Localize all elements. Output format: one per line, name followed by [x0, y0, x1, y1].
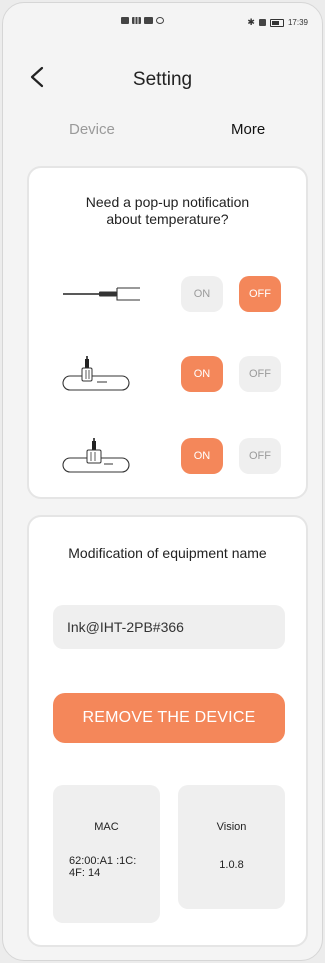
- vision-value: 1.0.8: [219, 859, 244, 871]
- tab-more[interactable]: More: [231, 121, 265, 138]
- wifi-icon: [144, 17, 153, 24]
- mac-value: 62:00:A1 :1C:4F: 14: [69, 855, 137, 879]
- probe-1-off-button[interactable]: OFF: [239, 276, 281, 312]
- status-left-icons: [121, 17, 164, 24]
- question-line-2: about temperature?: [106, 211, 229, 227]
- sim-icon: [121, 17, 129, 24]
- notification-question: Need a pop-up notification about tempera…: [29, 194, 306, 228]
- equipment-name-input[interactable]: [53, 605, 285, 649]
- probe-2-off-button[interactable]: OFF: [239, 356, 281, 392]
- probe-2-on-button[interactable]: ON: [181, 356, 223, 392]
- question-line-1: Need a pop-up notification: [85, 194, 250, 210]
- equipment-card: Modification of equipment name REMOVE TH…: [27, 515, 308, 947]
- probe-row-3: ON OFF: [29, 436, 306, 476]
- notification-card: Need a pop-up notification about tempera…: [27, 166, 308, 499]
- probe-1-on-button[interactable]: ON: [181, 276, 223, 312]
- probe-row-1: ON OFF: [29, 274, 306, 314]
- ambient-probe-icon: [62, 356, 130, 391]
- vision-info-box: Vision 1.0.8: [178, 785, 285, 909]
- mac-label: MAC: [94, 821, 119, 833]
- probe-3-on-button[interactable]: ON: [181, 438, 223, 474]
- probe-3-off-button[interactable]: OFF: [239, 438, 281, 474]
- status-right-icons: ✱ 17:39: [247, 17, 308, 28]
- remove-device-button[interactable]: REMOVE THE DEVICE: [53, 693, 285, 743]
- bluetooth-icon: ✱: [247, 17, 255, 27]
- battery-icon: [269, 18, 284, 27]
- sync-icon: [156, 17, 164, 24]
- needle-probe-icon: [63, 287, 140, 301]
- probe-row-2: ON OFF: [29, 354, 306, 394]
- vibrate-icon: [258, 19, 266, 26]
- equipment-name-title: Modification of equipment name: [68, 545, 267, 561]
- ambient-probe-icon: [62, 438, 130, 473]
- tab-device[interactable]: Device: [69, 121, 115, 138]
- phone-screen: ✱ 17:39 Setting Device More Need a pop-u…: [2, 2, 323, 961]
- vision-label: Vision: [216, 821, 247, 833]
- page-title: Setting: [132, 69, 193, 90]
- status-bar: ✱ 17:39: [3, 17, 322, 29]
- status-time: 17:39: [287, 18, 308, 27]
- signal-icon: [132, 17, 141, 24]
- tab-bar: Device More: [3, 121, 322, 143]
- mac-info-box: MAC 62:00:A1 :1C:4F: 14: [53, 785, 160, 923]
